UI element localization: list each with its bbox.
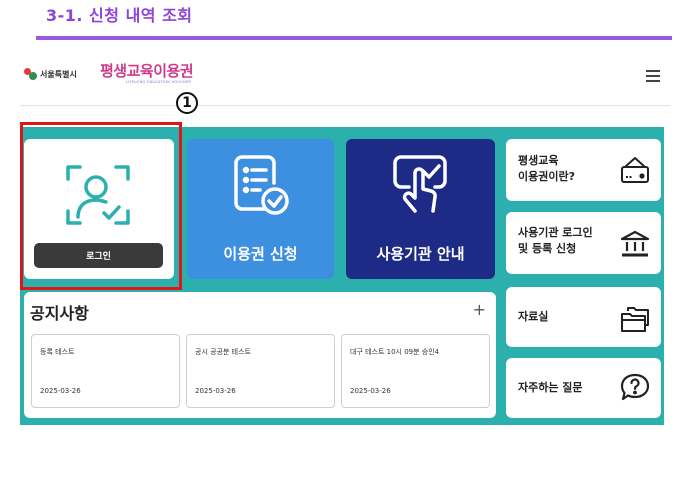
seoul-city-logo[interactable]: 서울특별시 bbox=[24, 68, 77, 81]
org-guide-tile[interactable]: 사용기관 안내 bbox=[346, 139, 495, 279]
document-check-icon bbox=[234, 155, 289, 215]
site-header: 서울특별시 평생교육이용권 LIFELONG EDUCATION VOUCHER bbox=[20, 56, 670, 106]
notice-title: 공지사항 bbox=[30, 304, 89, 323]
notice-item[interactable]: 공시 공공분 테스트 2025-03-26 bbox=[186, 334, 335, 408]
resources-card[interactable]: 자료실 bbox=[506, 287, 661, 347]
faq-label: 자주하는 질문 bbox=[518, 381, 583, 394]
brand-logo-subtitle: LIFELONG EDUCATION VOUCHER bbox=[126, 80, 192, 84]
touch-check-icon bbox=[393, 155, 447, 213]
question-bubble-icon bbox=[620, 373, 650, 401]
faq-card[interactable]: 자주하는 질문 bbox=[506, 358, 661, 418]
step-title-underline bbox=[36, 36, 672, 40]
about-voucher-label: 평생교육 이용권이란? bbox=[518, 154, 575, 183]
notice-item-date: 2025-03-26 bbox=[195, 387, 236, 395]
seoul-emblem-icon bbox=[24, 68, 37, 81]
notice-card: 공지사항 + 등록 테스트 2025-03-26 공시 공공분 테스트 2025… bbox=[24, 292, 496, 418]
notice-item[interactable]: 대구 테스트 10시 09분 승인4 2025-03-26 bbox=[341, 334, 490, 408]
notice-item-date: 2025-03-26 bbox=[350, 387, 391, 395]
folders-icon bbox=[621, 307, 649, 332]
org-login-card[interactable]: 사용기관 로그인 및 등록 신청 bbox=[506, 212, 661, 274]
institution-building-icon bbox=[620, 230, 650, 257]
voucher-apply-tile[interactable]: 이용권 신청 bbox=[187, 139, 334, 279]
notice-item[interactable]: 등록 테스트 2025-03-26 bbox=[31, 334, 180, 408]
notice-more-plus-icon[interactable]: + bbox=[473, 300, 486, 319]
notice-item-date: 2025-03-26 bbox=[40, 387, 81, 395]
login-highlight-box bbox=[20, 122, 182, 290]
step-title: 3-1. 신청 내역 조회 bbox=[46, 6, 193, 25]
notice-item-title: 등록 테스트 bbox=[40, 348, 75, 356]
voucher-card-icon bbox=[621, 157, 649, 183]
brand-logo-text: 평생교육이용권 bbox=[100, 62, 194, 80]
org-login-label: 사용기관 로그인 및 등록 신청 bbox=[518, 226, 593, 255]
brand-logo[interactable]: 평생교육이용권 LIFELONG EDUCATION VOUCHER bbox=[100, 60, 230, 90]
about-voucher-card[interactable]: 평생교육 이용권이란? bbox=[506, 139, 661, 201]
org-guide-label: 사용기관 안내 bbox=[376, 245, 465, 263]
seoul-logo-text: 서울특별시 bbox=[40, 70, 77, 79]
notice-item-title: 대구 테스트 10시 09분 승인4 bbox=[350, 348, 440, 356]
resources-label: 자료실 bbox=[518, 310, 549, 323]
hamburger-menu-icon[interactable] bbox=[646, 70, 660, 82]
notice-item-title: 공시 공공분 테스트 bbox=[195, 348, 251, 356]
voucher-apply-label: 이용권 신청 bbox=[223, 245, 298, 263]
step-marker-badge: 1 bbox=[176, 92, 198, 114]
